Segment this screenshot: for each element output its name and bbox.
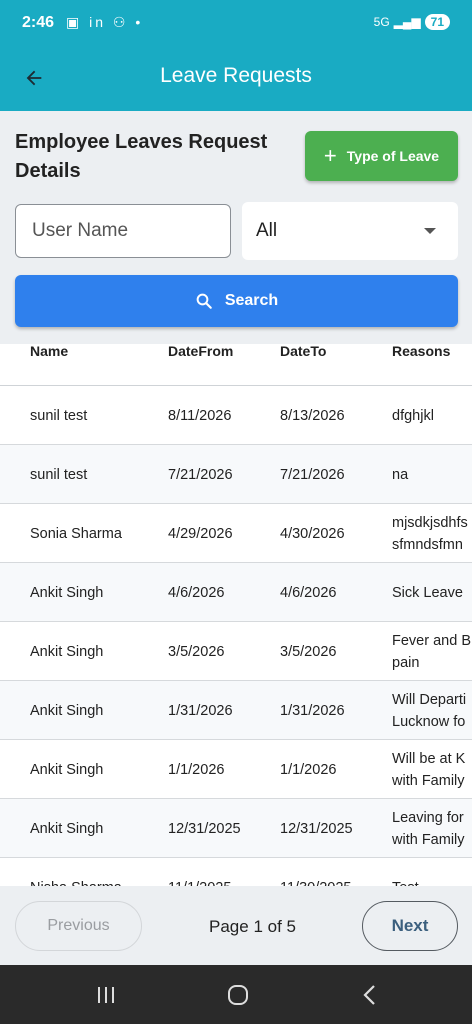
type-of-leave-label: Type of Leave	[346, 148, 440, 164]
cell-reason: Will Departi Lucknow fo	[392, 691, 467, 730]
cell-datefrom: 1/31/2026	[168, 702, 233, 719]
username-placeholder: User Name	[32, 220, 129, 241]
system-nav-bar	[0, 965, 472, 1024]
search-icon	[196, 293, 212, 309]
column-header-dateto: DateTo	[280, 344, 327, 359]
cell-reason: Test	[392, 858, 472, 887]
table-row[interactable]: Ankit Singh 3/5/2026 3/5/2026 Fever and B p…	[0, 622, 472, 681]
cell-datefrom: 11/1/2025	[168, 858, 231, 887]
app-header: 2:46 ▣ in ⚇ • 5G ▂▄▆ 71 Leave Requests	[0, 0, 472, 111]
cell-name: sunil test	[30, 466, 88, 483]
cell-dateto: 4/6/2026	[280, 584, 337, 601]
cell-datefrom: 4/6/2026	[168, 584, 225, 601]
table-row[interactable]: Ankit Singh 1/1/2026 1/1/2026 Will be at K …	[0, 740, 472, 799]
table-row[interactable]: Ankit Singh 12/31/2025 12/31/2025 Leaving f…	[0, 799, 472, 858]
table-row[interactable]: sunil test 7/21/2026 7/21/2026 na	[0, 445, 472, 504]
status-right: 5G ▂▄▆ 71	[374, 14, 450, 30]
cell-reason: Will be at K with Family	[392, 750, 466, 789]
status-notification-icons: ▣ in ⚇ •	[66, 14, 144, 30]
home-icon[interactable]	[222, 979, 254, 1011]
column-header-reasons: Reasons	[392, 344, 451, 358]
column-header-datefrom: DateFrom	[168, 344, 234, 359]
page-title: Leave Requests	[160, 64, 312, 87]
cell-name: Sonia Sharma	[30, 525, 122, 542]
cell-dateto: 3/5/2026	[280, 643, 337, 660]
table-header: Name DateFrom DateTo Reasons	[0, 344, 472, 386]
section-heading: Employee Leaves Request Details	[15, 131, 268, 182]
status-select-value: All	[256, 220, 278, 241]
search-button[interactable]: Search	[15, 275, 458, 327]
leave-requests-table[interactable]: Name DateFrom DateTo Reasons sunil test 8…	[0, 344, 472, 886]
cell-datefrom: 7/21/2026	[168, 466, 233, 483]
cell-datefrom: 12/31/2025	[168, 820, 241, 837]
plus-icon: +	[323, 143, 337, 168]
cell-name: Ankit Singh	[30, 643, 104, 660]
cell-datefrom: 1/1/2026	[168, 761, 225, 778]
cell-dateto: 8/13/2026	[280, 407, 345, 424]
dropdown-caret-icon	[424, 228, 436, 234]
search-button-label: Search	[224, 292, 279, 309]
cell-reason: dfghjkl	[392, 407, 434, 424]
back-nav-icon[interactable]	[356, 979, 384, 1011]
status-time: 2:46	[22, 14, 55, 31]
cell-datefrom: 8/11/2026	[168, 407, 232, 424]
table-row[interactable]: Ankit Singh 4/6/2026 4/6/2026 Sick Leave	[0, 563, 472, 622]
cell-reason: Fever and B pain	[392, 632, 471, 671]
network-label: 5G	[373, 15, 390, 29]
table-row[interactable]: sunil test 8/11/2026 8/13/2026 dfghjkl	[0, 386, 472, 445]
cell-dateto: 7/21/2026	[280, 466, 345, 483]
signal-icon: ▂▄▆	[393, 15, 421, 29]
cell-reason: Leaving for with Family	[392, 809, 465, 848]
cell-name: Ankit Singh	[30, 820, 104, 837]
cell-name: sunil test	[30, 407, 88, 424]
table-row[interactable]: Ankit Singh 1/31/2026 1/31/2026 Will Depart…	[0, 681, 472, 740]
cell-datefrom: 3/5/2026	[168, 643, 225, 660]
column-header-name: Name	[30, 344, 69, 359]
recent-apps-icon[interactable]	[92, 979, 120, 1011]
table-row[interactable]: Sonia Sharma 4/29/2026 4/30/2026 mjsdkjsdhf…	[0, 504, 472, 563]
status-bar: 2:46 ▣ in ⚇ • 5G ▂▄▆ 71	[0, 0, 472, 48]
username-input[interactable]: User Name	[15, 204, 231, 258]
cell-datefrom: 4/29/2026	[168, 525, 233, 542]
cell-name: Ankit Singh	[30, 702, 104, 719]
cell-name: Ankit Singh	[30, 761, 104, 778]
page-indicator: Page 1 of 5	[209, 917, 296, 936]
battery-icon: 71	[424, 14, 450, 30]
cell-dateto: 11/30/2025	[280, 858, 352, 887]
cell-dateto: 1/31/2026	[280, 702, 345, 719]
status-select[interactable]: All	[242, 202, 458, 260]
cell-name: Ankit Singh	[30, 584, 104, 601]
cell-reason: na	[392, 466, 409, 483]
pagination: Previous Page 1 of 5 Next	[0, 886, 472, 965]
table-row[interactable]: Nisha Sharma 11/1/2025 11/30/2025 Test	[0, 858, 472, 887]
type-of-leave-button[interactable]: + Type of Leave	[305, 131, 458, 181]
cell-dateto: 4/30/2026	[280, 525, 345, 542]
cell-dateto: 12/31/2025	[280, 820, 353, 837]
next-button[interactable]: Next	[362, 901, 458, 951]
cell-name: Nisha Sharma	[30, 858, 122, 887]
previous-button[interactable]: Previous	[15, 901, 142, 951]
cell-reason: mjsdkjsdhfs sfmndsfmn	[392, 514, 468, 553]
cell-reason: Sick Leave	[392, 584, 463, 601]
cell-dateto: 1/1/2026	[280, 761, 337, 778]
